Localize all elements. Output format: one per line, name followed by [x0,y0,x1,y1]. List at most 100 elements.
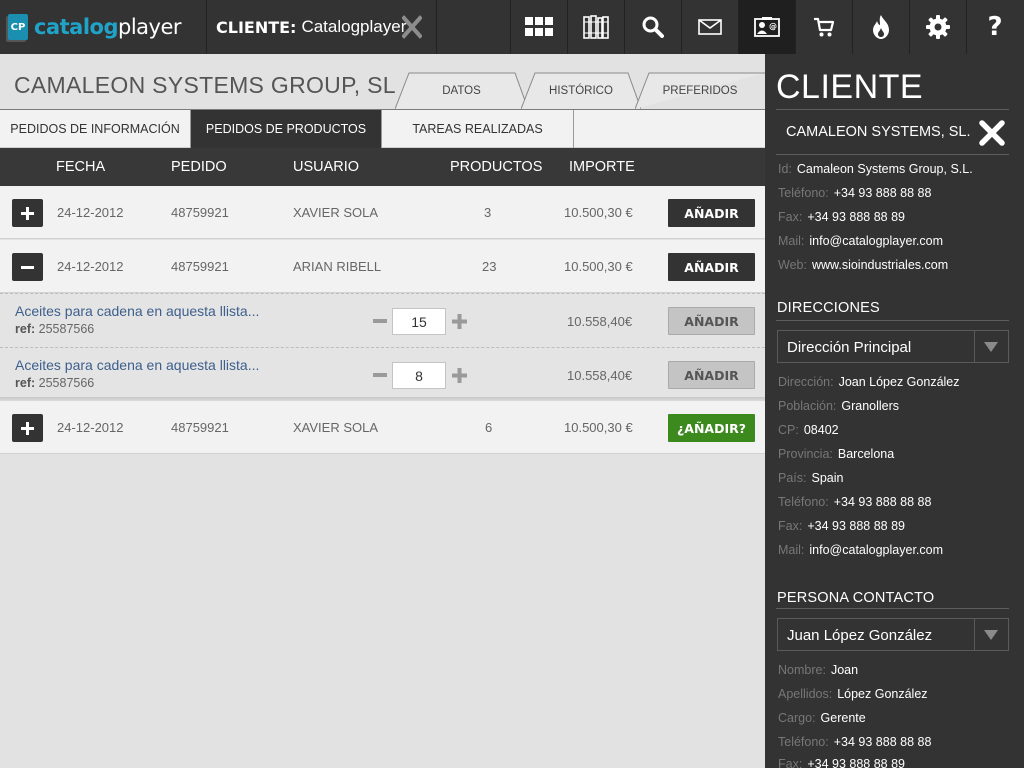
expand-row-button[interactable] [12,199,43,227]
nav-grid-button[interactable] [510,0,567,54]
mail-icon [698,19,722,35]
nav-mail-button[interactable] [681,0,738,54]
table-row[interactable]: 24-12-2012 48759921 XAVIER SOLA 3 10.500… [0,186,765,239]
order-products: 3 [484,205,492,220]
dir-telefono: Teléfono: +34 93 888 88 88 [778,495,932,509]
nav-hot-button[interactable] [852,0,909,54]
table-row[interactable]: 24-12-2012 48759921 XAVIER SOLA 6 10.500… [0,401,765,454]
decrease-qty-button[interactable] [373,373,387,377]
item-name[interactable]: Aceites para cadena en aquesta llista... [15,357,259,373]
plus-icon [21,421,34,435]
contact-telefono: Teléfono: +34 93 888 88 88 [778,735,932,749]
close-icon[interactable] [979,120,1005,146]
item-price: 10.558,40€ [567,314,633,329]
order-subtabs: PEDIDOS DE INFORMACIÓN PEDIDOS DE PRODUC… [0,110,765,148]
info-id: Id: Camaleon Systems Group, S.L. [778,162,973,176]
contact-cargo: Cargo: Gerente [778,711,866,725]
nav-contacts-button[interactable]: @ [738,0,795,54]
item-name[interactable]: Aceites para cadena en aquesta llista... [15,303,259,319]
column-productos[interactable]: PRODUCTOS [450,159,542,175]
minus-icon [21,265,34,269]
list-item: Aceites para cadena en aquesta llista...… [0,294,765,347]
client-label: CLIENTE: [216,17,297,37]
contact-apellidos: Apellidos: López González [778,687,928,701]
direcciones-heading: DIRECCIONES [777,300,880,316]
column-usuario[interactable]: USUARIO [293,159,359,175]
dir-fax: Fax: +34 93 888 88 89 [778,519,905,533]
nav-cart-button[interactable] [795,0,852,54]
info-mail[interactable]: Mail: info@catalogplayer.com [778,234,943,248]
tab-preferidos[interactable]: PREFERIDOS [635,72,765,109]
list-item: Aceites para cadena en aquesta llista...… [0,348,765,401]
order-date: 24-12-2012 [57,259,124,274]
dir-cp: CP: 08402 [778,423,839,437]
tab-datos[interactable]: DATOS [395,72,528,109]
tab-historico[interactable]: HISTÓRICO [521,72,641,109]
flame-icon [873,15,889,39]
column-pedido[interactable]: PEDIDO [171,159,227,175]
add-item-button[interactable]: AÑADIR [668,307,755,335]
expand-row-button[interactable] [12,414,43,442]
info-fax: Fax: +34 93 888 88 89 [778,210,905,224]
column-importe[interactable]: IMPORTE [569,159,635,175]
order-date: 24-12-2012 [57,420,124,435]
sidebar-title: CLIENTE [776,68,924,106]
increase-qty-icon[interactable] [452,314,467,329]
info-phone: Teléfono: +34 93 888 88 88 [778,186,932,200]
column-fecha[interactable]: FECHA [56,159,105,175]
sidebar-divider [776,109,1009,110]
info-web[interactable]: Web: www.sioindustriales.com [778,258,948,272]
nav-help-button[interactable]: ? [966,0,1023,54]
contact-nombre: Nombre: Joan [778,663,859,677]
dir-mail[interactable]: Mail: info@catalogplayer.com [778,543,943,557]
quantity-input[interactable]: 15 [392,308,446,335]
dir-provincia: Provincia: Barcelona [778,447,895,461]
nav-settings-button[interactable] [909,0,966,54]
subtab-tareas-realizadas[interactable]: TAREAS REALIZADAS [382,110,574,148]
nav-catalog-button[interactable] [567,0,624,54]
subtab-pedidos-productos[interactable]: PEDIDOS DE PRODUCTOS [191,110,382,148]
quantity-input[interactable]: 8 [392,362,446,389]
increase-qty-icon[interactable] [452,368,467,383]
order-amount: 10.500,30 € [564,420,633,435]
order-date: 24-12-2012 [57,205,124,220]
add-order-button[interactable]: AÑADIR [668,199,755,227]
order-products: 23 [482,259,497,274]
catalog-books-icon [583,15,609,39]
subtab-pedidos-informacion[interactable]: PEDIDOS DE INFORMACIÓN [0,110,191,148]
current-client[interactable]: CLIENTE: Catalogplayer [207,0,437,54]
svg-text:@: @ [769,22,777,31]
search-icon [642,16,664,38]
order-user: XAVIER SOLA [293,420,379,435]
top-bar: CP catalogplayer CLIENTE: Catalogplayer [0,0,1024,54]
plus-icon [21,206,34,220]
dir-poblacion: Población: Granollers [778,399,900,413]
main-panel: CAMALEON SYSTEMS GROUP, SL DATOS HISTÓRI… [0,54,765,768]
direccion-select[interactable]: Dirección Principal [777,330,1009,363]
order-amount: 10.500,30 € [564,205,633,220]
sidebar-divider [776,154,1009,155]
help-icon: ? [987,12,1003,42]
contact-fax: Fax: +34 93 888 88 89 [778,757,905,768]
client-name: Catalogplayer [301,17,407,36]
tab-datos-label: DATOS [442,85,481,97]
client-sidebar: CLIENTE CAMALEON SYSTEMS, SL. Id: Camaleo… [765,54,1024,768]
confirm-add-order-button[interactable]: ¿AÑADIR? [668,414,755,442]
top-nav: @ ? [510,0,1023,54]
nav-search-button[interactable] [624,0,681,54]
cart-icon [814,17,835,37]
decrease-qty-button[interactable] [373,319,387,323]
sidebar-divider [776,608,1009,609]
add-item-button[interactable]: AÑADIR [668,361,755,389]
contacto-select[interactable]: Juan López González [777,618,1009,651]
contacto-heading: PERSONA CONTACTO [777,590,935,606]
table-row[interactable]: 24-12-2012 48759921 ARIAN RIBELL 23 10.5… [0,240,765,293]
collapse-row-button[interactable] [12,253,43,281]
clear-client-icon[interactable] [402,15,422,39]
item-ref: ref: 25587566 [15,376,95,390]
add-order-button[interactable]: AÑADIR [668,253,755,281]
app-logo[interactable]: CP catalogplayer [0,0,207,54]
gear-icon [926,15,950,39]
item-price: 10.558,40€ [567,368,633,383]
chevron-down-icon [984,342,998,352]
